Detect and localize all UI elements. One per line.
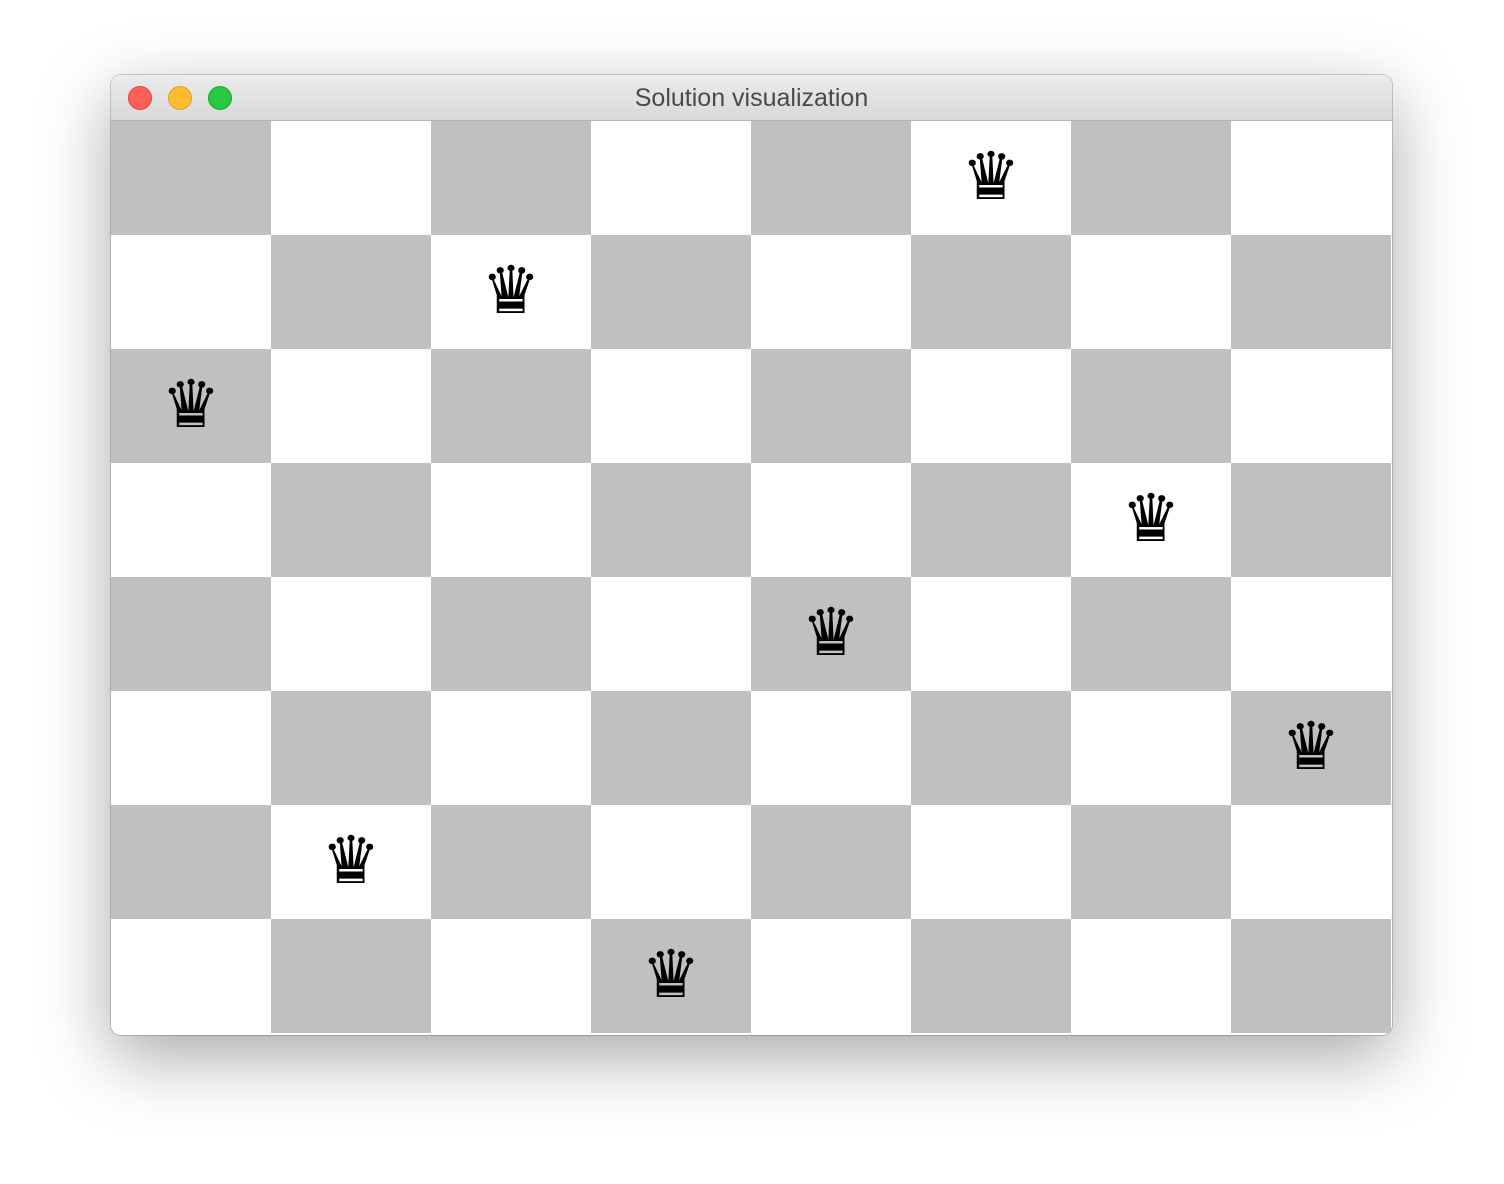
queen-icon: ♛	[1121, 480, 1181, 557]
board-square-r6-c1: ♛	[271, 805, 431, 919]
queen-icon: ♛	[641, 936, 701, 1013]
board-square-r3-c2	[431, 463, 591, 577]
board-square-r7-c4	[751, 919, 911, 1033]
board-square-r0-c5: ♛	[911, 121, 1071, 235]
window-title: Solution visualization	[634, 84, 869, 112]
board-square-r2-c7	[1231, 349, 1391, 463]
queen-icon: ♛	[961, 138, 1021, 215]
board-square-r3-c3	[591, 463, 751, 577]
board-square-r6-c5	[911, 805, 1071, 919]
board-square-r3-c7	[1231, 463, 1391, 577]
board-square-r6-c4	[751, 805, 911, 919]
queen-icon: ♛	[801, 594, 861, 671]
board-square-r5-c3	[591, 691, 751, 805]
board-square-r1-c2: ♛	[431, 235, 591, 349]
board-square-r1-c4	[751, 235, 911, 349]
queen-icon: ♛	[481, 252, 541, 329]
board-square-r7-c7	[1231, 919, 1391, 1033]
board-square-r6-c6	[1071, 805, 1231, 919]
board-square-r3-c0	[111, 463, 271, 577]
board-square-r1-c7	[1231, 235, 1391, 349]
board-square-r0-c6	[1071, 121, 1231, 235]
board-square-r5-c1	[271, 691, 431, 805]
board-square-r3-c6: ♛	[1071, 463, 1231, 577]
board-square-r4-c6	[1071, 577, 1231, 691]
title-bar[interactable]: Solution visualization	[111, 75, 1392, 121]
board-square-r5-c5	[911, 691, 1071, 805]
board-square-r6-c2	[431, 805, 591, 919]
board-square-r0-c2	[431, 121, 591, 235]
board-square-r1-c6	[1071, 235, 1231, 349]
board-square-r4-c5	[911, 577, 1071, 691]
board-square-r5-c6	[1071, 691, 1231, 805]
board-square-r2-c0: ♛	[111, 349, 271, 463]
board-square-r3-c4	[751, 463, 911, 577]
board-square-r7-c3: ♛	[591, 919, 751, 1033]
board-square-r4-c4: ♛	[751, 577, 911, 691]
board-square-r7-c6	[1071, 919, 1231, 1033]
board-square-r1-c0	[111, 235, 271, 349]
queen-icon: ♛	[321, 822, 381, 899]
chess-board: ♛ ♛ ♛ ♛ ♛ ♛ ♛ ♛	[111, 121, 1392, 1035]
board-square-r0-c0	[111, 121, 271, 235]
board-square-r2-c1	[271, 349, 431, 463]
board-square-r2-c6	[1071, 349, 1231, 463]
board-square-r6-c7	[1231, 805, 1391, 919]
board-square-r5-c4	[751, 691, 911, 805]
board-square-r2-c2	[431, 349, 591, 463]
queen-icon: ♛	[1281, 708, 1341, 785]
board-square-r6-c0	[111, 805, 271, 919]
board-square-r3-c1	[271, 463, 431, 577]
board-square-r4-c1	[271, 577, 431, 691]
board-square-r5-c7: ♛	[1231, 691, 1391, 805]
board-square-r4-c3	[591, 577, 751, 691]
board-square-r2-c4	[751, 349, 911, 463]
app-window: Solution visualization ♛ ♛ ♛ ♛ ♛ ♛ ♛ ♛	[111, 75, 1392, 1035]
board-square-r0-c3	[591, 121, 751, 235]
board-square-r4-c0	[111, 577, 271, 691]
board-square-r7-c1	[271, 919, 431, 1033]
board-square-r7-c0	[111, 919, 271, 1033]
board-square-r3-c5	[911, 463, 1071, 577]
queen-icon: ♛	[161, 366, 221, 443]
board-square-r0-c1	[271, 121, 431, 235]
board-square-r1-c1	[271, 235, 431, 349]
board-square-r0-c4	[751, 121, 911, 235]
board-square-r1-c5	[911, 235, 1071, 349]
board-square-r0-c7	[1231, 121, 1391, 235]
board-square-r2-c3	[591, 349, 751, 463]
board-square-r7-c2	[431, 919, 591, 1033]
board-square-r6-c3	[591, 805, 751, 919]
board-square-r7-c5	[911, 919, 1071, 1033]
board-square-r5-c2	[431, 691, 591, 805]
board-square-r4-c7	[1231, 577, 1391, 691]
board-square-r5-c0	[111, 691, 271, 805]
board-square-r1-c3	[591, 235, 751, 349]
board-square-r4-c2	[431, 577, 591, 691]
board-square-r2-c5	[911, 349, 1071, 463]
